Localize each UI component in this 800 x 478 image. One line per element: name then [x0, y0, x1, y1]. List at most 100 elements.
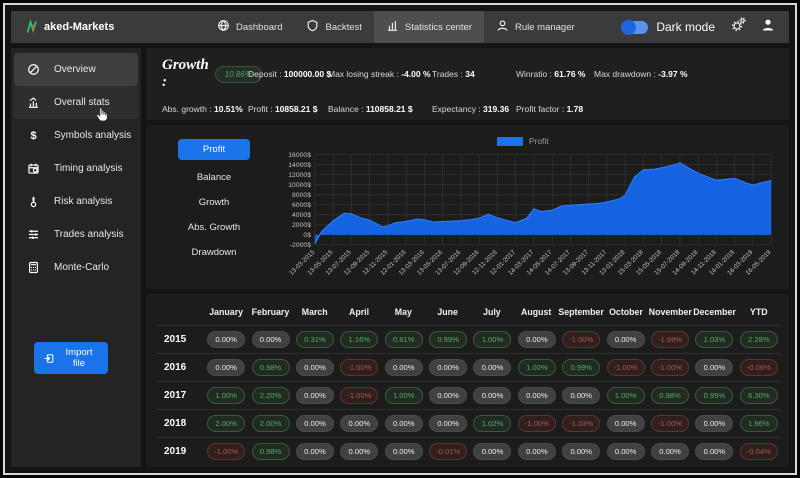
stat-label: Profit factor — [516, 104, 560, 114]
stat-label: Max losing streak — [328, 69, 395, 79]
shield-icon — [306, 19, 319, 35]
return-badge: 1.03% — [695, 331, 734, 348]
chart-button-balance[interactable]: Balance — [197, 170, 231, 185]
stats-summary-panel: Growth :10.86% Deposit : 100000.00 $ Max l… — [146, 48, 789, 120]
return-badge: 0.00% — [384, 359, 423, 376]
sidebar: Overview Overall stats $ Symbols analysis Ti… — [11, 48, 141, 467]
import-file-button[interactable]: Import file — [34, 342, 108, 374]
return-badge: 0.00% — [695, 415, 734, 432]
return-badge: 0.31% — [295, 331, 334, 348]
app-window: aked-Markets Dashboard Backtest Statistics… — [3, 3, 797, 475]
sidebar-item-risk-analysis[interactable]: Risk analysis — [14, 185, 138, 218]
stat-label: Winratio — [516, 69, 548, 79]
nav-item-label: Statistics center — [404, 21, 472, 33]
nav-item-label: Backtest — [325, 21, 362, 33]
return-badge: 6.30% — [739, 387, 778, 404]
nav-item-statistics-center[interactable]: Statistics center — [373, 11, 484, 43]
return-badge: 0.00% — [295, 415, 334, 432]
return-badge: 0.00% — [295, 387, 334, 404]
stat-value: 61.76 % — [554, 69, 586, 79]
stat-profit: Profit : 10858.21 $ — [248, 104, 318, 114]
topbar: aked-Markets Dashboard Backtest Statistics… — [11, 11, 789, 43]
brand: aked-Markets — [25, 19, 205, 35]
stat-value: 110858.21 $ — [365, 104, 413, 114]
return-badge: 1.00% — [606, 387, 645, 404]
sidebar-item-trades-analysis[interactable]: Trades analysis — [14, 218, 138, 251]
nav-item-label: Rule manager — [514, 21, 575, 33]
stat-value: 100000.00 $ — [283, 69, 332, 79]
return-badge: 0.00% — [606, 443, 645, 460]
return-badge: -1.00% — [340, 387, 379, 404]
return-badge: 1.00% — [384, 387, 423, 404]
svg-text:16000$: 16000$ — [288, 152, 311, 159]
return-badge: -1.00% — [517, 415, 556, 432]
sidebar-item-symbols-analysis[interactable]: $ Symbols analysis — [14, 119, 138, 152]
sidebar-item-label: Symbols analysis — [54, 130, 132, 141]
monthly-returns-table: January February March April May June July Augu… — [146, 294, 789, 467]
chart-button-growth[interactable]: Growth — [199, 195, 230, 210]
dark-mode-label: Dark mode — [656, 20, 715, 34]
chart-area: Profit -2000$ 0$ 2000$ 4000$ 6000$ 8000$ 10000… — [272, 133, 783, 289]
nav-item-backtest[interactable]: Backtest — [294, 11, 373, 43]
table-row-2018: 2018 2.00% 2.00% 0.00% 0.00% 0.00% 0.00% 1.02% -… — [156, 410, 781, 438]
year-label: 2018 — [164, 418, 187, 429]
stat-value: -3.97 % — [658, 69, 688, 79]
sidebar-item-monte-carlo[interactable]: Monte-Carlo — [14, 251, 138, 284]
chart-button-profit[interactable]: Profit — [178, 139, 250, 160]
stat-value: 10858.21 $ — [274, 104, 318, 114]
stat-label: Expectancy — [432, 104, 476, 114]
column-header-june: June — [437, 306, 458, 317]
table-header-row: January February March April May June July Augu… — [156, 298, 781, 326]
return-badge: 2.00% — [207, 415, 246, 432]
stat-label: Abs. growth — [162, 104, 207, 114]
nav-item-rule-manager[interactable]: Rule manager — [484, 11, 587, 43]
return-badge: 0.00% — [606, 331, 645, 348]
table-row-2019: 2019 -1.00% 0.98% 0.00% 0.00% 0.00% -0.01% 0.00… — [156, 438, 781, 465]
return-badge: 0.00% — [562, 387, 601, 404]
return-badge: 1.00% — [517, 359, 556, 376]
sidebar-item-overview[interactable]: Overview — [14, 53, 138, 86]
column-header-ytd: YTD — [750, 306, 768, 317]
growth-label: Growth : — [162, 57, 209, 90]
sliders-icon — [26, 228, 41, 241]
stat-value: 10.51% — [213, 104, 243, 114]
settings-gears-icon[interactable] — [731, 17, 747, 37]
account-user-icon[interactable] — [761, 18, 775, 37]
year-label: 2019 — [164, 446, 187, 457]
import-file-label: Import file — [65, 347, 93, 369]
chart-button-abs--growth[interactable]: Abs. Growth — [188, 220, 240, 235]
return-badge: 0.00% — [207, 331, 246, 348]
chart-button-drawdown[interactable]: Drawdown — [192, 245, 237, 260]
year-label: 2015 — [164, 334, 187, 345]
brand-name: aked-Markets — [44, 21, 115, 33]
return-badge: 0.98% — [251, 359, 290, 376]
dollar-icon: $ — [30, 129, 37, 142]
stat-expectancy: Expectancy : 319.36 — [432, 104, 510, 114]
import-icon — [44, 353, 54, 363]
return-badge: -1.00% — [562, 331, 601, 348]
dark-mode-toggle[interactable] — [621, 19, 649, 35]
return-badge: 0.00% — [695, 359, 734, 376]
return-badge: -1.99% — [651, 331, 690, 348]
year-label: 2016 — [164, 362, 187, 373]
return-badge: 2.28% — [739, 331, 778, 348]
sidebar-item-label: Risk analysis — [54, 196, 113, 207]
overall-stats-icon — [26, 96, 41, 109]
nav-item-dashboard[interactable]: Dashboard — [205, 11, 294, 43]
return-badge: 0.00% — [517, 387, 556, 404]
return-badge: 0.98% — [651, 387, 690, 404]
stat-profit-factor: Profit factor : 1.78 — [516, 104, 584, 114]
column-header-july: July — [483, 306, 501, 317]
stat-max-losing-streak: Max losing streak : -4.00 % — [328, 69, 431, 79]
calculator-icon — [26, 261, 41, 274]
sidebar-item-timing-analysis[interactable]: Timing analysis — [14, 152, 138, 185]
return-badge: -1.00% — [651, 415, 690, 432]
return-badge: 0.00% — [606, 415, 645, 432]
return-badge: 0.99% — [562, 359, 601, 376]
chart-metric-buttons: Profit Balance Growth Abs. Growth Drawdown — [156, 133, 272, 289]
svg-text:2000$: 2000$ — [292, 222, 311, 229]
year-label: 2017 — [164, 390, 187, 401]
return-badge: 1.00% — [207, 387, 246, 404]
sidebar-item-overall-stats[interactable]: Overall stats — [14, 86, 138, 119]
return-badge: 0.00% — [340, 443, 379, 460]
